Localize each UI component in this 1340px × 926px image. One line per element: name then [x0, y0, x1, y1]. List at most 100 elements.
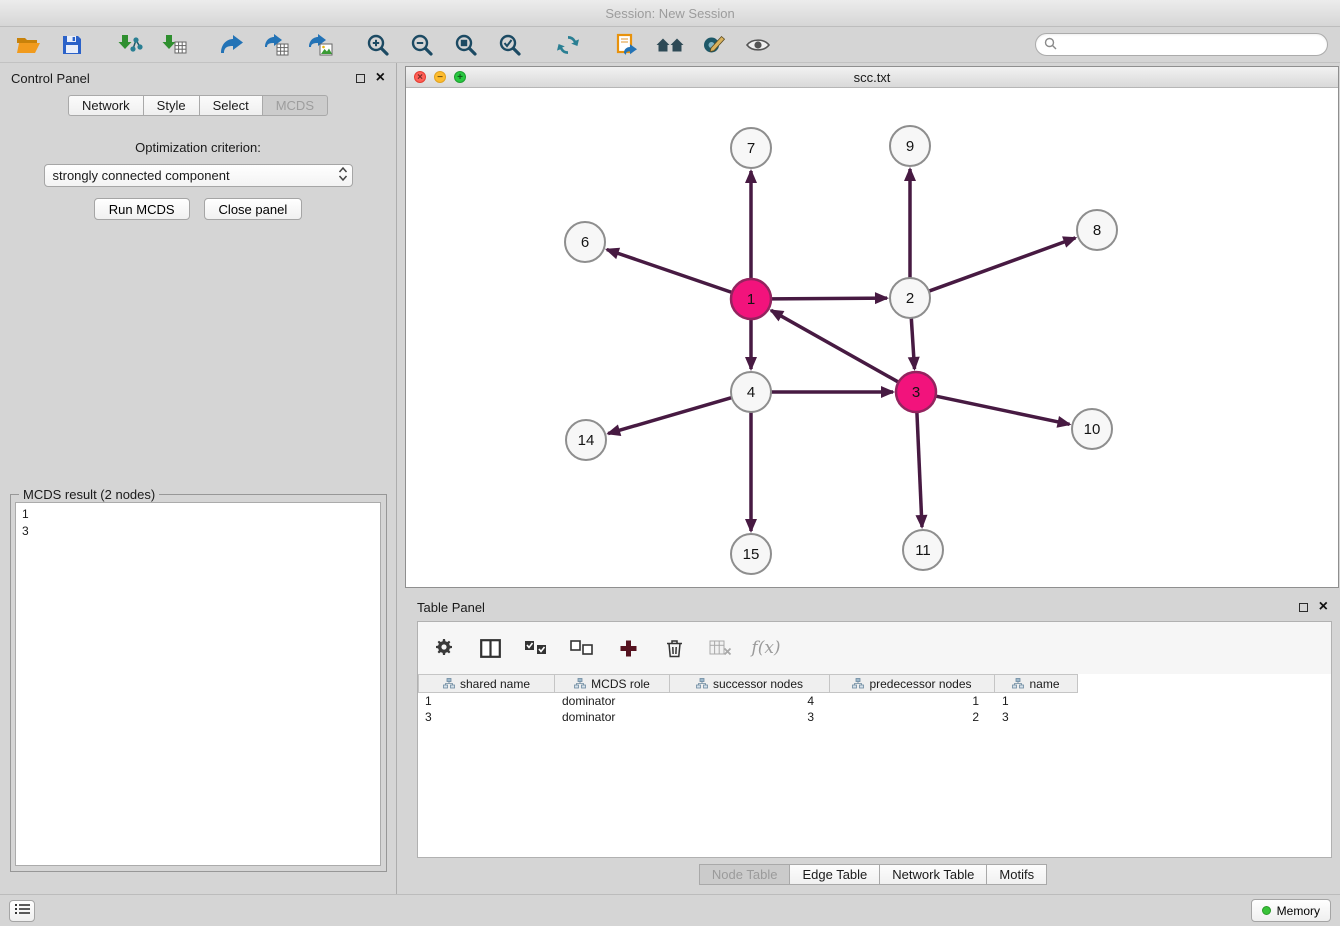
open-file-icon[interactable]: [12, 30, 44, 60]
table-cell[interactable]: dominator: [555, 709, 670, 725]
mcds-result-group: MCDS result (2 nodes) 13: [10, 494, 387, 872]
table-cell[interactable]: 3: [418, 709, 555, 725]
graph-node-15[interactable]: 15: [731, 534, 771, 574]
tab-style[interactable]: Style: [143, 95, 199, 116]
mcds-result-item[interactable]: 3: [22, 523, 374, 540]
import-table-icon[interactable]: [158, 30, 190, 60]
column-header-name[interactable]: name: [995, 674, 1078, 693]
home-icon[interactable]: [654, 30, 686, 60]
control-panel-title: Control Panel: [11, 71, 90, 86]
edge-1-6[interactable]: [607, 250, 732, 293]
attribute-type-icon: [852, 678, 864, 689]
run-mcds-button[interactable]: Run MCDS: [94, 198, 190, 220]
search-input[interactable]: [1062, 38, 1319, 52]
close-panel-icon[interactable]: ×: [376, 72, 385, 84]
optimization-criterion-select[interactable]: strongly connected component: [44, 164, 353, 187]
network-graph[interactable]: 7 9 6 8 1 2 4 3 14 10 15 11: [406, 89, 1338, 588]
export-table-icon[interactable]: [260, 30, 292, 60]
mcds-result-list[interactable]: 13: [15, 502, 381, 866]
search-icon: [1044, 37, 1057, 53]
table-cell[interactable]: 2: [830, 709, 995, 725]
task-history-button[interactable]: [9, 900, 35, 922]
tab-motifs[interactable]: Motifs: [986, 864, 1047, 885]
memory-button[interactable]: Memory: [1251, 899, 1331, 922]
table-cell[interactable]: 3: [995, 709, 1078, 725]
toolbar-group: [216, 30, 336, 60]
zoom-selected-icon[interactable]: [494, 30, 526, 60]
main-toolbar: [0, 27, 1340, 63]
edge-1-2[interactable]: [771, 298, 887, 299]
graph-node-6[interactable]: 6: [565, 222, 605, 262]
float-panel-icon[interactable]: [356, 74, 365, 83]
minimize-window-icon[interactable]: −: [434, 71, 446, 83]
network-canvas[interactable]: 7 9 6 8 1 2 4 3 14 10 15 11: [406, 89, 1338, 588]
table-cell[interactable]: 1: [995, 693, 1078, 709]
graph-node-8[interactable]: 8: [1077, 210, 1117, 250]
column-header-successor-nodes[interactable]: successor nodes: [670, 674, 830, 693]
edge-3-1[interactable]: [771, 310, 899, 382]
column-header-MCDS-role[interactable]: MCDS role: [555, 674, 670, 693]
graph-node-4[interactable]: 4: [731, 372, 771, 412]
optimization-criterion-label: Optimization criterion:: [0, 140, 396, 155]
float-table-panel-icon[interactable]: [1299, 603, 1308, 612]
edge-2-8[interactable]: [929, 238, 1076, 291]
graph-node-9[interactable]: 9: [890, 126, 930, 166]
copy-style-icon[interactable]: [610, 30, 642, 60]
toolbar-group: [114, 30, 190, 60]
show-hide-icon[interactable]: [742, 30, 774, 60]
tab-network-table[interactable]: Network Table: [879, 864, 987, 885]
graph-node-7[interactable]: 7: [731, 128, 771, 168]
node-table-body: f(x) shared nameMCDS rolesuccessor nodes…: [417, 621, 1332, 858]
graph-node-1[interactable]: 1: [731, 279, 771, 319]
zoom-fit-icon[interactable]: [450, 30, 482, 60]
tab-edge-table[interactable]: Edge Table: [789, 864, 880, 885]
edge-3-11[interactable]: [917, 412, 922, 527]
mcds-result-item[interactable]: 1: [22, 506, 374, 523]
export-network-icon[interactable]: [216, 30, 248, 60]
graph-node-3[interactable]: 3: [896, 372, 936, 412]
edge-4-14[interactable]: [608, 398, 732, 434]
table-toolbar: f(x): [418, 622, 1331, 674]
import-network-icon[interactable]: [114, 30, 146, 60]
apply-style-icon[interactable]: [698, 30, 730, 60]
edge-3-10[interactable]: [936, 396, 1070, 424]
table-panel: Table Panel × f(x) shared nameMCDS roles…: [405, 593, 1340, 889]
close-table-panel-icon[interactable]: ×: [1319, 601, 1328, 613]
table-cell[interactable]: dominator: [555, 693, 670, 709]
show-columns-icon[interactable]: [472, 631, 508, 665]
close-window-icon[interactable]: ×: [414, 71, 426, 83]
table-row[interactable]: 3dominator323: [418, 709, 1331, 725]
settings-gear-icon[interactable]: [426, 631, 462, 665]
close-panel-button[interactable]: Close panel: [204, 198, 303, 220]
column-header-shared-name[interactable]: shared name: [418, 674, 555, 693]
select-all-icon[interactable]: [518, 631, 554, 665]
graph-node-10[interactable]: 10: [1072, 409, 1112, 449]
search-field[interactable]: [1035, 33, 1328, 56]
zoom-window-icon[interactable]: +: [454, 71, 466, 83]
refresh-icon[interactable]: [552, 30, 584, 60]
table-cell[interactable]: 1: [830, 693, 995, 709]
save-session-icon[interactable]: [56, 30, 88, 60]
table-cell[interactable]: 1: [418, 693, 555, 709]
tab-mcds[interactable]: MCDS: [262, 95, 328, 116]
table-row[interactable]: 1dominator411: [418, 693, 1331, 709]
add-row-icon[interactable]: [610, 631, 646, 665]
graph-node-11[interactable]: 11: [903, 530, 943, 570]
zoom-out-icon[interactable]: [406, 30, 438, 60]
tab-network[interactable]: Network: [68, 95, 143, 116]
zoom-in-icon[interactable]: [362, 30, 394, 60]
function-builder-icon: f(x): [748, 631, 784, 665]
column-header-predecessor-nodes[interactable]: predecessor nodes: [830, 674, 995, 693]
svg-text:4: 4: [747, 384, 755, 401]
tab-select[interactable]: Select: [199, 95, 262, 116]
export-image-icon[interactable]: [304, 30, 336, 60]
delete-row-icon[interactable]: [656, 631, 692, 665]
deselect-all-icon[interactable]: [564, 631, 600, 665]
table-cell[interactable]: 3: [670, 709, 830, 725]
graph-node-2[interactable]: 2: [890, 278, 930, 318]
table-cell[interactable]: 4: [670, 693, 830, 709]
edge-2-3[interactable]: [911, 318, 914, 369]
tab-node-table[interactable]: Node Table: [699, 864, 791, 885]
graph-node-14[interactable]: 14: [566, 420, 606, 460]
toolbar-group: [12, 30, 88, 60]
